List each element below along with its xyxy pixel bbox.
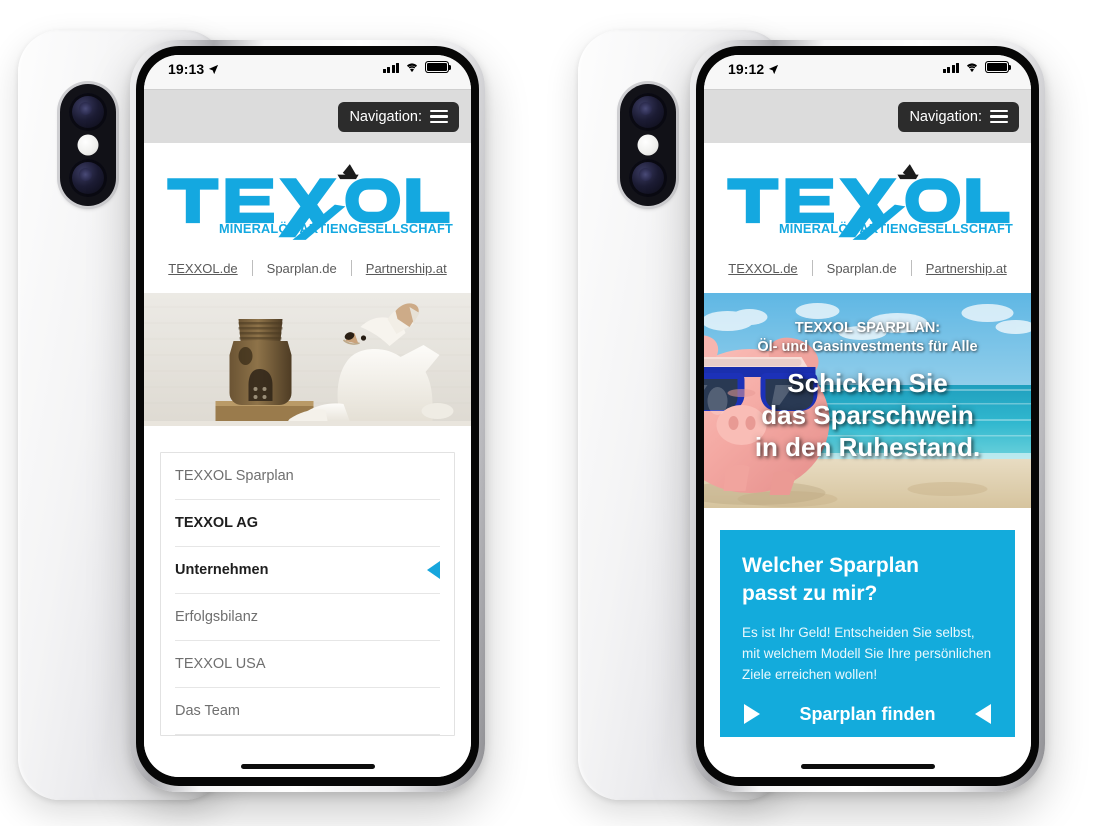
promo-heading-line2: passt zu mir? <box>742 581 878 605</box>
link-texxol-de[interactable]: TEXXOL.de <box>154 261 251 276</box>
battery-full-icon <box>985 61 1012 73</box>
link-partnership-at[interactable]: Partnership.at <box>352 261 461 276</box>
triangle-right-icon <box>744 704 760 725</box>
screenshot-stage: 19:13 Navigation: MINERALÖL AKTIENGESELL… <box>0 0 1100 826</box>
wifi-icon <box>407 63 417 73</box>
menu-item-label: Das Team <box>175 703 241 719</box>
camera-lens-bottom-icon <box>69 159 107 197</box>
site-header-right: Navigation: <box>704 89 1031 143</box>
status-indicators <box>382 61 452 73</box>
status-indicators <box>942 61 1012 73</box>
svg-text:MINERALÖL AKTIENGESELLSCHAFT: MINERALÖL AKTIENGESELLSCHAFT <box>219 221 453 236</box>
partner-links-row-right: TEXXOL.de Sparplan.de Partnership.at <box>704 245 1031 293</box>
page-content-left: Navigation: MINERALÖL AKTIENGESELLSCHAFT… <box>144 89 471 777</box>
menu-item-label: Erfolgsbilanz <box>175 609 259 625</box>
promo-cta-label: Sparplan finden <box>799 703 936 724</box>
home-indicator-bar[interactable] <box>240 764 375 769</box>
link-sparplan-de[interactable]: Sparplan.de <box>253 261 351 276</box>
hero-banner-sparplan[interactable]: TEXXOL SPARPLAN: Öl- und Gasinvestments … <box>704 293 1031 508</box>
menu-item-texxol-ag[interactable]: TEXXOL AG <box>175 500 440 547</box>
menu-card: TEXXOL Sparplan TEXXOL AG Unternehmen Er… <box>160 452 455 736</box>
phone-bezel: 19:12 Navigation: MINERALÖL AKTIENGESELL… <box>696 46 1039 786</box>
menu-item-texxol-usa[interactable]: TEXXOL USA <box>175 641 440 688</box>
status-clock: 19:12 <box>728 61 779 77</box>
menu-item-texxol-sparplan[interactable]: TEXXOL Sparplan <box>175 453 440 500</box>
promo-body-text: Es ist Ihr Geld! Entscheiden Sie selbst,… <box>742 624 992 682</box>
link-partnership-at[interactable]: Partnership.at <box>912 261 1021 276</box>
piggy-bank-with-sunglasses-on-beach-photo <box>704 293 1031 508</box>
home-indicator-bar[interactable] <box>800 764 935 769</box>
triangle-left-icon <box>427 561 440 579</box>
site-header-left: Navigation: <box>144 89 471 143</box>
location-arrow-icon <box>209 64 219 74</box>
hero-photo-dog <box>144 293 471 426</box>
promo-heading-line1: Welcher Sparplan <box>742 554 920 577</box>
menu-item-label: TEXXOL Sparplan <box>175 468 294 484</box>
navigation-button-label: Navigation: <box>909 108 982 125</box>
status-time: 19:13 <box>168 61 205 77</box>
camera-flash-icon <box>637 134 659 156</box>
promo-card-sparplan[interactable]: Welcher Sparplan passt zu mir? Es ist Ih… <box>720 530 1015 737</box>
texxol-logo-icon: MINERALÖL AKTIENGESELLSCHAFT <box>167 164 453 240</box>
link-texxol-de[interactable]: TEXXOL.de <box>714 261 811 276</box>
navigation-button-label: Navigation: <box>349 108 422 125</box>
camera-lens-bottom-icon <box>629 159 667 197</box>
status-bar-left: 19:13 <box>144 55 471 89</box>
status-clock: 19:13 <box>168 61 219 77</box>
rear-camera-module-icon <box>620 84 676 206</box>
menu-item-das-team[interactable]: Das Team <box>175 688 440 735</box>
rear-camera-module-icon <box>60 84 116 206</box>
triangle-left-icon <box>974 704 991 725</box>
site-logo-right[interactable]: MINERALÖL AKTIENGESELLSCHAFT <box>704 143 1031 245</box>
location-arrow-icon <box>769 64 779 74</box>
section-menu-left: TEXXOL Sparplan TEXXOL AG Unternehmen Er… <box>144 426 471 736</box>
texxol-logo-icon: MINERALÖL AKTIENGESELLSCHAFT <box>727 164 1013 240</box>
promo-heading: Welcher Sparplan passt zu mir? <box>742 552 993 608</box>
front-phone-left: 19:13 Navigation: MINERALÖL AKTIENGESELL… <box>130 40 485 792</box>
wifi-icon <box>967 63 977 73</box>
navigation-button[interactable]: Navigation: <box>898 101 1019 132</box>
camera-lens-top-icon <box>629 93 667 131</box>
promo-cta-row[interactable]: Sparplan finden <box>742 704 993 737</box>
menu-item-erfolgsbilanz[interactable]: Erfolgsbilanz <box>175 594 440 641</box>
phone-mockup-left: 19:13 Navigation: MINERALÖL AKTIENGESELL… <box>0 0 530 826</box>
link-sparplan-de[interactable]: Sparplan.de <box>813 261 911 276</box>
menu-item-unternehmen[interactable]: Unternehmen <box>175 547 440 594</box>
white-dog-with-drill-bit-photo <box>144 293 471 426</box>
phone-screen-left: 19:13 Navigation: MINERALÖL AKTIENGESELL… <box>144 55 471 777</box>
menu-item-label: TEXXOL USA <box>175 656 266 672</box>
page-content-right: Navigation: MINERALÖL AKTIENGESELLSCHAFT… <box>704 89 1031 777</box>
svg-text:MINERALÖL AKTIENGESELLSCHAFT: MINERALÖL AKTIENGESELLSCHAFT <box>779 221 1013 236</box>
cellular-bars-icon <box>382 62 399 73</box>
camera-lens-top-icon <box>69 93 107 131</box>
menu-item-label: Unternehmen <box>175 562 269 578</box>
hamburger-icon <box>990 109 1008 124</box>
partner-links-row-left: TEXXOL.de Sparplan.de Partnership.at <box>144 245 471 293</box>
menu-item-label: TEXXOL AG <box>175 515 258 531</box>
cellular-bars-icon <box>942 62 959 73</box>
status-time: 19:12 <box>728 61 765 77</box>
phone-screen-right: 19:12 Navigation: MINERALÖL AKTIENGESELL… <box>704 55 1031 777</box>
navigation-button[interactable]: Navigation: <box>338 101 459 132</box>
section-promo-right: Welcher Sparplan passt zu mir? Es ist Ih… <box>704 508 1031 737</box>
front-phone-right: 19:12 Navigation: MINERALÖL AKTIENGESELL… <box>690 40 1045 792</box>
status-bar-right: 19:12 <box>704 55 1031 89</box>
site-logo-left[interactable]: MINERALÖL AKTIENGESELLSCHAFT <box>144 143 471 245</box>
phone-mockup-right: 19:12 Navigation: MINERALÖL AKTIENGESELL… <box>560 0 1090 826</box>
hamburger-icon <box>430 109 448 124</box>
phone-bezel: 19:13 Navigation: MINERALÖL AKTIENGESELL… <box>136 46 479 786</box>
battery-full-icon <box>425 61 452 73</box>
camera-flash-icon <box>77 134 99 156</box>
